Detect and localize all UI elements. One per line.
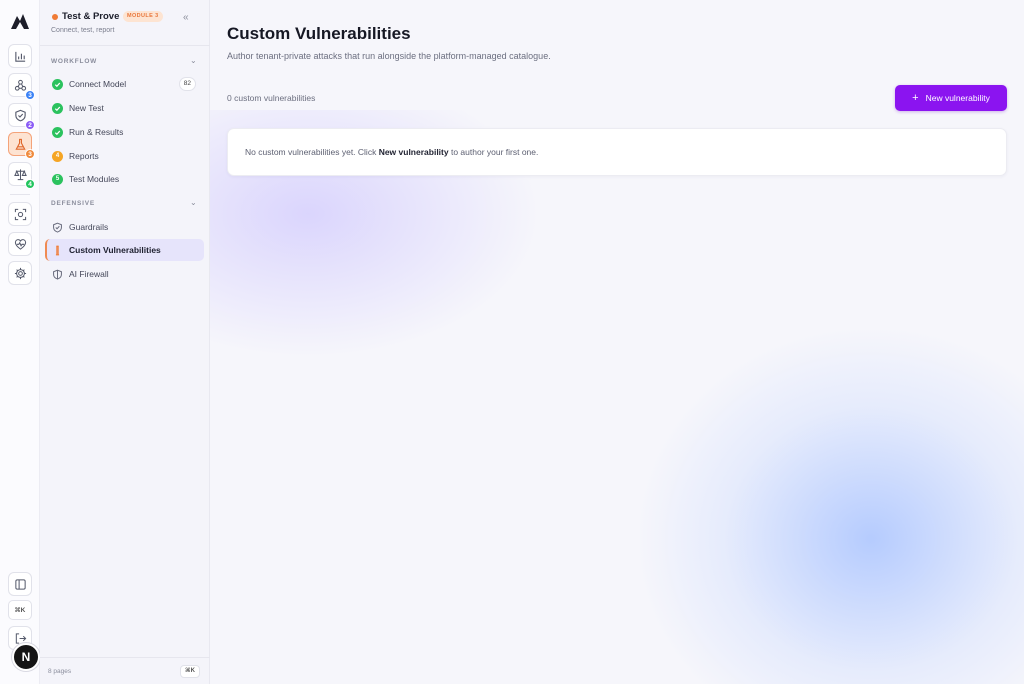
new-vulnerability-button[interactable]: + New vulnerability: [895, 85, 1007, 111]
shield-half-icon: [52, 269, 63, 280]
collapse-sidebar-button[interactable]: «: [183, 13, 189, 23]
background-glow-bottom: [640, 330, 1024, 684]
step-number-badge: 5: [52, 173, 63, 185]
module-status-dot: [52, 14, 58, 20]
vulnerability-count: 0 custom vulnerabilities: [227, 93, 316, 103]
empty-state-prefix: No custom vulnerabilities yet. Click: [245, 147, 379, 157]
count-badge: 82: [178, 77, 196, 91]
nav-item-ai-firewall[interactable]: AI Firewall: [45, 263, 204, 285]
rail-analytics-button[interactable]: [8, 44, 32, 68]
nav-label: Guardrails: [69, 222, 109, 232]
check-circle-icon: [52, 78, 63, 90]
rail-divider: [10, 194, 30, 195]
nav-item-test-modules[interactable]: 5 Test Modules: [45, 168, 204, 190]
check-circle-icon: [52, 126, 63, 138]
sidebar-footer: 8 pages ⌘K: [40, 657, 210, 684]
rail-shield-button[interactable]: 2: [8, 103, 35, 130]
scales-icon: [13, 168, 27, 180]
rail-badge: 3: [25, 149, 35, 159]
module-sidebar: Test & Prove MODULE 3 Connect, test, rep…: [40, 0, 210, 684]
rail-settings-button[interactable]: [8, 261, 32, 285]
page-title: Custom Vulnerabilities: [227, 24, 411, 43]
nav-label: Custom Vulnerabilities: [69, 245, 161, 255]
command-palette-shortcut[interactable]: ⌘K: [180, 665, 200, 678]
empty-state-text: No custom vulnerabilities yet. Click New…: [245, 147, 538, 157]
chart-icon: [14, 51, 25, 62]
sidebar-header: Test & Prove MODULE 3 Connect, test, rep…: [40, 0, 210, 46]
network-icon: [14, 79, 26, 91]
section-label-defensive: DEFENSIVE: [51, 200, 96, 207]
module-badge: MODULE 3: [123, 11, 163, 22]
user-avatar[interactable]: N: [12, 643, 40, 671]
chevron-down-icon[interactable]: ⌄: [190, 198, 197, 207]
new-vulnerability-label: New vulnerability: [925, 93, 990, 103]
nav-item-connect-model[interactable]: Connect Model 82: [45, 73, 204, 95]
empty-state-card: No custom vulnerabilities yet. Click New…: [227, 128, 1007, 176]
nav-label: Connect Model: [69, 79, 127, 89]
step-number-badge: 4: [52, 150, 63, 162]
rail-compliance-button[interactable]: 4: [8, 162, 35, 189]
shield-icon: [52, 222, 63, 233]
nav-item-custom-vulnerabilities[interactable]: Custom Vulnerabilities: [45, 239, 204, 261]
rail-badge: 2: [25, 120, 35, 130]
rail-badge: 3: [25, 90, 35, 100]
icon-rail: 3 2 3 4 ⌘K N: [0, 0, 40, 684]
rail-test-button[interactable]: 3: [8, 132, 35, 159]
nav-label: Reports: [69, 151, 99, 161]
empty-state-suffix: to author your first one.: [448, 147, 539, 157]
rail-health-button[interactable]: [8, 232, 32, 256]
chevron-down-icon[interactable]: ⌄: [190, 56, 197, 65]
nav-item-guardrails[interactable]: Guardrails: [45, 216, 204, 238]
heart-pulse-icon: [14, 238, 26, 250]
rail-shortcut-button[interactable]: ⌘K: [8, 600, 32, 620]
page-count: 8 pages: [48, 668, 72, 675]
module-subtitle: Connect, test, report: [51, 27, 115, 34]
plus-icon: +: [912, 92, 919, 104]
nav-item-reports[interactable]: 4 Reports: [45, 145, 204, 167]
rail-scan-button[interactable]: [8, 202, 32, 226]
scan-icon: [14, 208, 26, 220]
rail-badge: 4: [25, 179, 35, 189]
nav-label: New Test: [69, 103, 104, 113]
flask-icon: [14, 138, 26, 150]
empty-state-emphasis: New vulnerability: [378, 147, 449, 157]
logo-icon: [11, 14, 29, 29]
nav-label: Test Modules: [69, 174, 120, 184]
rail-network-button[interactable]: 3: [8, 73, 35, 100]
section-label-workflow: WORKFLOW: [51, 58, 98, 65]
nav-item-run-results[interactable]: Run & Results: [45, 121, 204, 143]
gear-icon: [14, 267, 26, 279]
rail-panel-button[interactable]: [8, 572, 32, 596]
flask-icon: [52, 245, 63, 256]
panel-icon: [14, 578, 26, 590]
check-circle-icon: [52, 102, 63, 114]
nav-label: Run & Results: [69, 127, 124, 137]
module-title: Test & Prove: [62, 11, 120, 22]
shield-icon: [14, 109, 26, 121]
nav-item-new-test[interactable]: New Test: [45, 97, 204, 119]
page-subtitle: Author tenant-private attacks that run a…: [227, 51, 551, 61]
nav-label: AI Firewall: [69, 269, 109, 279]
